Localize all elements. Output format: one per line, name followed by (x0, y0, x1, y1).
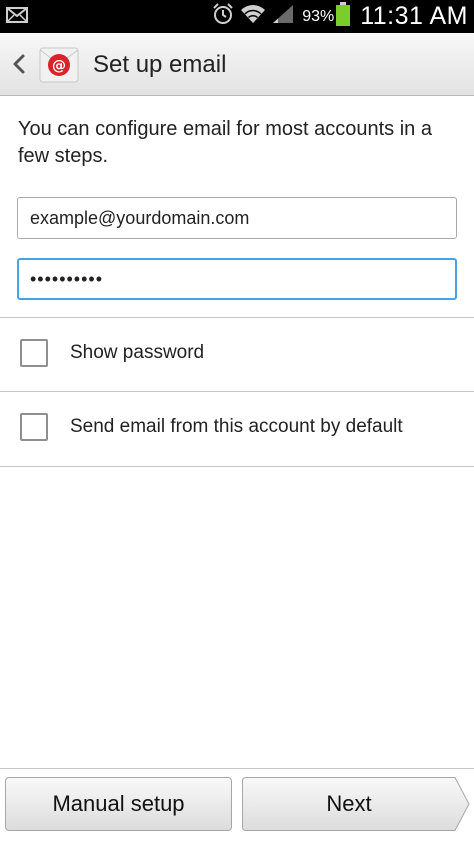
password-field[interactable]: •••••••••• (17, 258, 457, 300)
default-account-checkbox[interactable] (20, 413, 48, 441)
divider (0, 466, 474, 467)
action-bar: @ Set up email (0, 33, 474, 96)
wifi-icon (240, 4, 266, 29)
intro-text: You can configure email for most account… (18, 118, 432, 167)
clock: 11:31 AM (360, 2, 468, 30)
default-account-row[interactable]: Send email from this account by default (0, 392, 474, 464)
manual-setup-button[interactable]: Manual setup (5, 777, 232, 831)
email-app-icon: @ (38, 45, 80, 85)
bottom-button-bar: Manual setup Next (0, 769, 474, 842)
status-bar: 93% 11:31 AM (0, 0, 474, 33)
battery-icon (336, 2, 351, 31)
next-button-label: Next (326, 791, 372, 816)
alarm-icon (212, 3, 234, 30)
status-right-group: 93% 11:31 AM (212, 0, 468, 33)
email-field[interactable]: example@yourdomain.com (17, 197, 457, 239)
setup-email-screen: 93% 11:31 AM @ Set up email You can conf… (0, 0, 474, 842)
default-account-label: Send email from this account by default (70, 416, 403, 437)
show-password-checkbox[interactable] (20, 339, 48, 367)
show-password-row[interactable]: Show password (0, 318, 474, 390)
mail-notification-icon (6, 6, 28, 24)
chevron-left-icon[interactable] (8, 49, 30, 79)
battery-percent: 93% (302, 7, 335, 25)
show-password-label: Show password (70, 342, 205, 363)
svg-text:@: @ (52, 58, 66, 74)
next-button[interactable]: Next (242, 777, 470, 831)
signal-icon (272, 4, 294, 29)
page-title: Set up email (93, 51, 227, 78)
